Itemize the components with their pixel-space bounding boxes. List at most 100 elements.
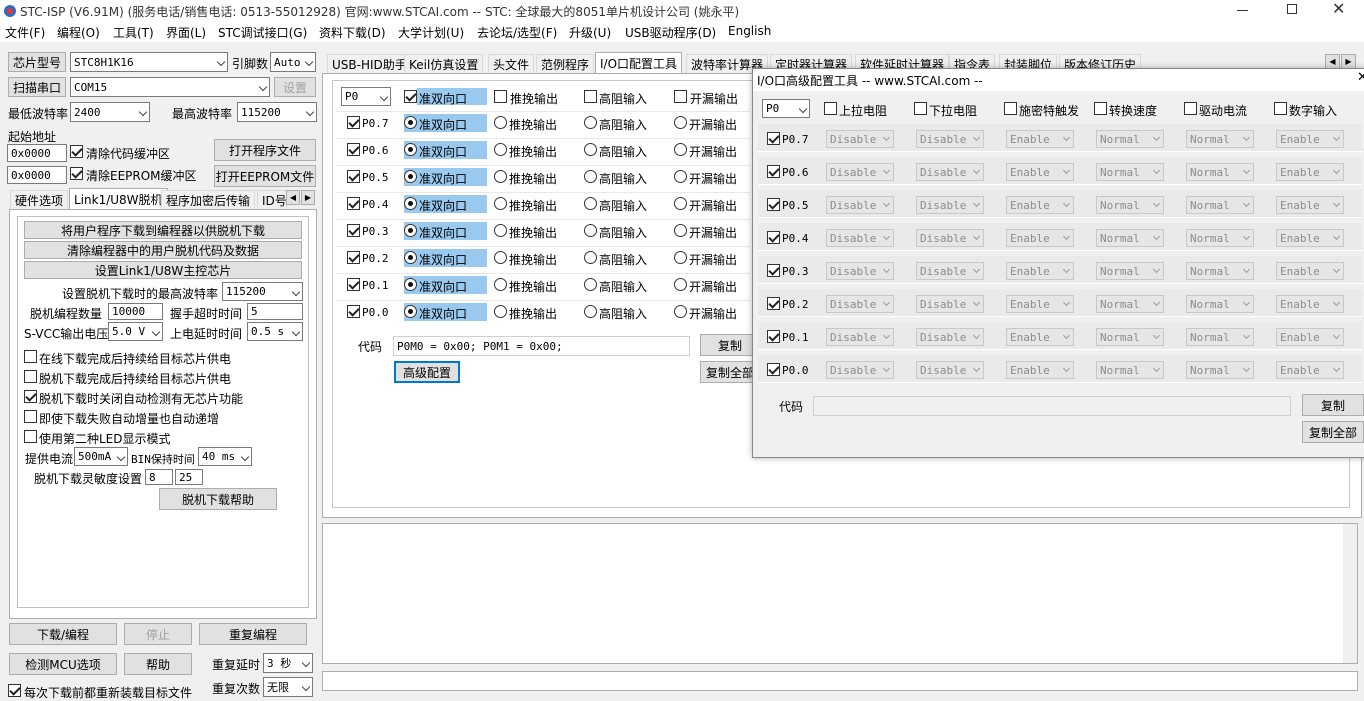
io-copy-all-button[interactable]: 复制全部 [700, 361, 760, 383]
menu-download[interactable]: 资料下载(D) [319, 24, 386, 41]
adv-pin-checkbox[interactable] [767, 198, 780, 211]
adv-digital-input-select[interactable]: Enable [1276, 163, 1344, 181]
adv-copy-all-button[interactable]: 复制全部 [1302, 421, 1364, 443]
adv-pullup-select[interactable]: Disable [826, 130, 894, 148]
header-quasi-bidir-checkbox[interactable] [404, 90, 417, 103]
io-open-drain-radio[interactable] [674, 305, 687, 318]
help-button[interactable]: 帮助 [124, 653, 192, 675]
io-high-z-radio[interactable] [584, 116, 597, 129]
menu-university[interactable]: 大学计划(U) [398, 24, 464, 41]
close-icon[interactable]: ✕ [1332, 1, 1345, 17]
io-pin-checkbox[interactable] [347, 197, 360, 210]
repeat-delay-select[interactable]: 3 秒 [263, 653, 313, 673]
adv-digital-input-select[interactable]: Enable [1276, 130, 1344, 148]
sensitivity-input-2[interactable]: 25 [175, 469, 203, 485]
code-address-input[interactable]: 0x0000 [7, 144, 67, 162]
adv-slew-select[interactable]: Normal [1096, 130, 1164, 148]
adv-slew-select[interactable]: Normal [1096, 328, 1164, 346]
scan-port-button[interactable]: 扫描串口 [8, 77, 66, 97]
adv-pin-checkbox[interactable] [767, 132, 780, 145]
advanced-config-button[interactable]: 高级配置 [394, 361, 460, 383]
minimize-icon[interactable] [1237, 10, 1248, 11]
tab-examples[interactable]: 范例程序 [536, 54, 595, 74]
io-port-select[interactable]: P0 [341, 87, 391, 106]
adv-pullup-select[interactable]: Disable [826, 328, 894, 346]
clear-programmer-button[interactable]: 清除编程器中的用户脱机代码及数据 [24, 241, 302, 259]
adv-digital-input-select[interactable]: Enable [1276, 196, 1344, 214]
header-push-pull-checkbox[interactable] [494, 90, 507, 103]
eeprom-address-input[interactable]: 0x0000 [7, 166, 67, 184]
main-tab-scroll-left[interactable]: ◀ [1325, 54, 1340, 69]
adv-schmitt-checkbox[interactable] [1004, 102, 1017, 115]
clear-code-checkbox[interactable] [70, 145, 83, 158]
adv-pulldown-select[interactable]: Disable [916, 361, 984, 379]
opt-checkbox-1[interactable] [24, 370, 37, 383]
header-high-z-checkbox[interactable] [584, 90, 597, 103]
adv-drive-select[interactable]: Normal [1186, 361, 1254, 379]
io-high-z-radio[interactable] [584, 278, 597, 291]
menu-upgrade[interactable]: 升级(U) [569, 24, 611, 41]
opt-checkbox-4[interactable] [24, 430, 37, 443]
io-high-z-radio[interactable] [584, 251, 597, 264]
io-pin-checkbox[interactable] [347, 305, 360, 318]
adv-code-field[interactable] [813, 396, 1291, 416]
tab-link1-offline[interactable]: Link1/U8W脱机 [69, 188, 168, 210]
adv-pulldown-select[interactable]: Disable [916, 295, 984, 313]
io-pin-checkbox[interactable] [347, 170, 360, 183]
adv-slew-checkbox[interactable] [1094, 102, 1107, 115]
io-pin-checkbox[interactable] [347, 251, 360, 264]
menu-file[interactable]: 文件(F) [5, 24, 45, 41]
offline-help-button[interactable]: 脱机下载帮助 [159, 488, 277, 510]
sensitivity-input-1[interactable]: 8 [145, 469, 173, 485]
menu-tools[interactable]: 工具(T) [113, 24, 154, 41]
io-quasi-bidir-radio[interactable] [404, 278, 417, 291]
io-quasi-bidir-radio[interactable] [404, 197, 417, 210]
adv-pin-checkbox[interactable] [767, 330, 780, 343]
download-program-button[interactable]: 下载/编程 [9, 623, 117, 645]
opt-checkbox-0[interactable] [24, 350, 37, 363]
tab-scroll-right[interactable]: ▶ [301, 190, 315, 205]
adv-pulldown-select[interactable]: Disable [916, 196, 984, 214]
io-open-drain-radio[interactable] [674, 170, 687, 183]
adv-slew-select[interactable]: Normal [1096, 163, 1164, 181]
io-open-drain-radio[interactable] [674, 224, 687, 237]
detect-mcu-button[interactable]: 检测MCU选项 [9, 653, 117, 675]
adv-schmitt-select[interactable]: Enable [1006, 295, 1074, 313]
adv-drive-select[interactable]: Normal [1186, 229, 1254, 247]
pins-select[interactable]: Auto [270, 52, 316, 72]
adv-drive-select[interactable]: Normal [1186, 196, 1254, 214]
adv-digital-input-select[interactable]: Enable [1276, 295, 1344, 313]
io-push-pull-radio[interactable] [494, 251, 507, 264]
settings-button[interactable]: 设置 [274, 77, 316, 97]
maximize-icon[interactable] [1287, 4, 1297, 14]
program-count-input[interactable]: 10000 [108, 303, 163, 320]
io-pin-checkbox[interactable] [347, 224, 360, 237]
bin-hold-select[interactable]: 40 ms [198, 447, 252, 466]
stop-button[interactable]: 停止 [124, 623, 192, 645]
adv-pullup-select[interactable]: Disable [826, 262, 894, 280]
adv-pullup-select[interactable]: Disable [826, 163, 894, 181]
io-quasi-bidir-radio[interactable] [404, 305, 417, 318]
tab-hardware-options[interactable]: 硬件选项 [10, 190, 69, 210]
min-baud-select[interactable]: 2400 [70, 102, 150, 122]
adv-pin-checkbox[interactable] [767, 297, 780, 310]
adv-pullup-checkbox[interactable] [824, 102, 837, 115]
tab-io-config[interactable]: I/O口配置工具 [595, 52, 683, 74]
adv-slew-select[interactable]: Normal [1096, 229, 1164, 247]
io-push-pull-radio[interactable] [494, 143, 507, 156]
adv-port-select[interactable]: P0 [762, 99, 810, 118]
reprogram-button[interactable]: 重复编程 [199, 623, 307, 645]
adv-slew-select[interactable]: Normal [1096, 196, 1164, 214]
offline-max-baud-select[interactable]: 115200 [222, 282, 303, 301]
tab-keil-sim[interactable]: Keil仿真设置 [404, 54, 484, 74]
clear-eeprom-checkbox[interactable] [70, 167, 83, 180]
handshake-input[interactable]: 5 [247, 303, 303, 320]
adv-schmitt-select[interactable]: Enable [1006, 328, 1074, 346]
current-select[interactable]: 500mA [74, 447, 128, 466]
open-program-button[interactable]: 打开程序文件 [214, 139, 316, 161]
adv-pulldown-select[interactable]: Disable [916, 262, 984, 280]
adv-pulldown-select[interactable]: Disable [916, 328, 984, 346]
menu-english[interactable]: English [728, 24, 771, 38]
set-master-chip-button[interactable]: 设置Link1/U8W主控芯片 [24, 261, 302, 279]
adv-slew-select[interactable]: Normal [1096, 295, 1164, 313]
